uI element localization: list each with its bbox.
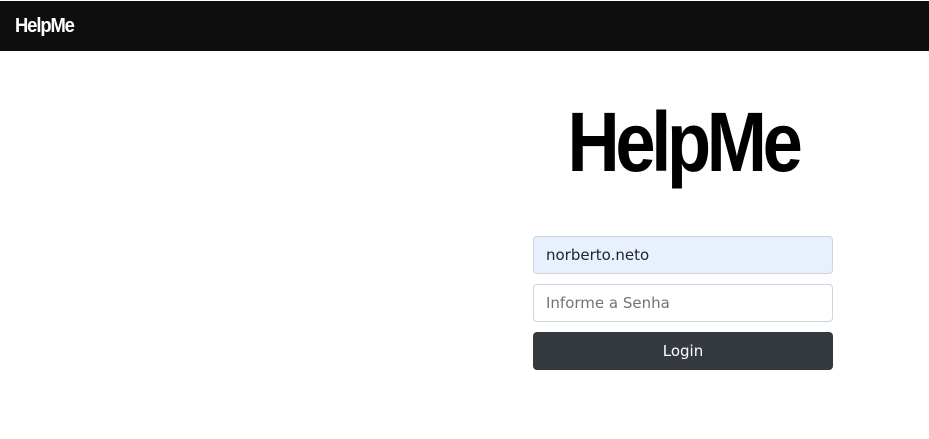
helpme-logo: HelpMe	[567, 95, 802, 189]
password-input[interactable]	[533, 284, 833, 322]
top-navbar: HelpMe	[0, 0, 929, 51]
username-input[interactable]	[533, 236, 833, 274]
navbar-brand[interactable]: HelpMe	[15, 12, 75, 40]
login-button[interactable]: Login	[533, 332, 833, 370]
